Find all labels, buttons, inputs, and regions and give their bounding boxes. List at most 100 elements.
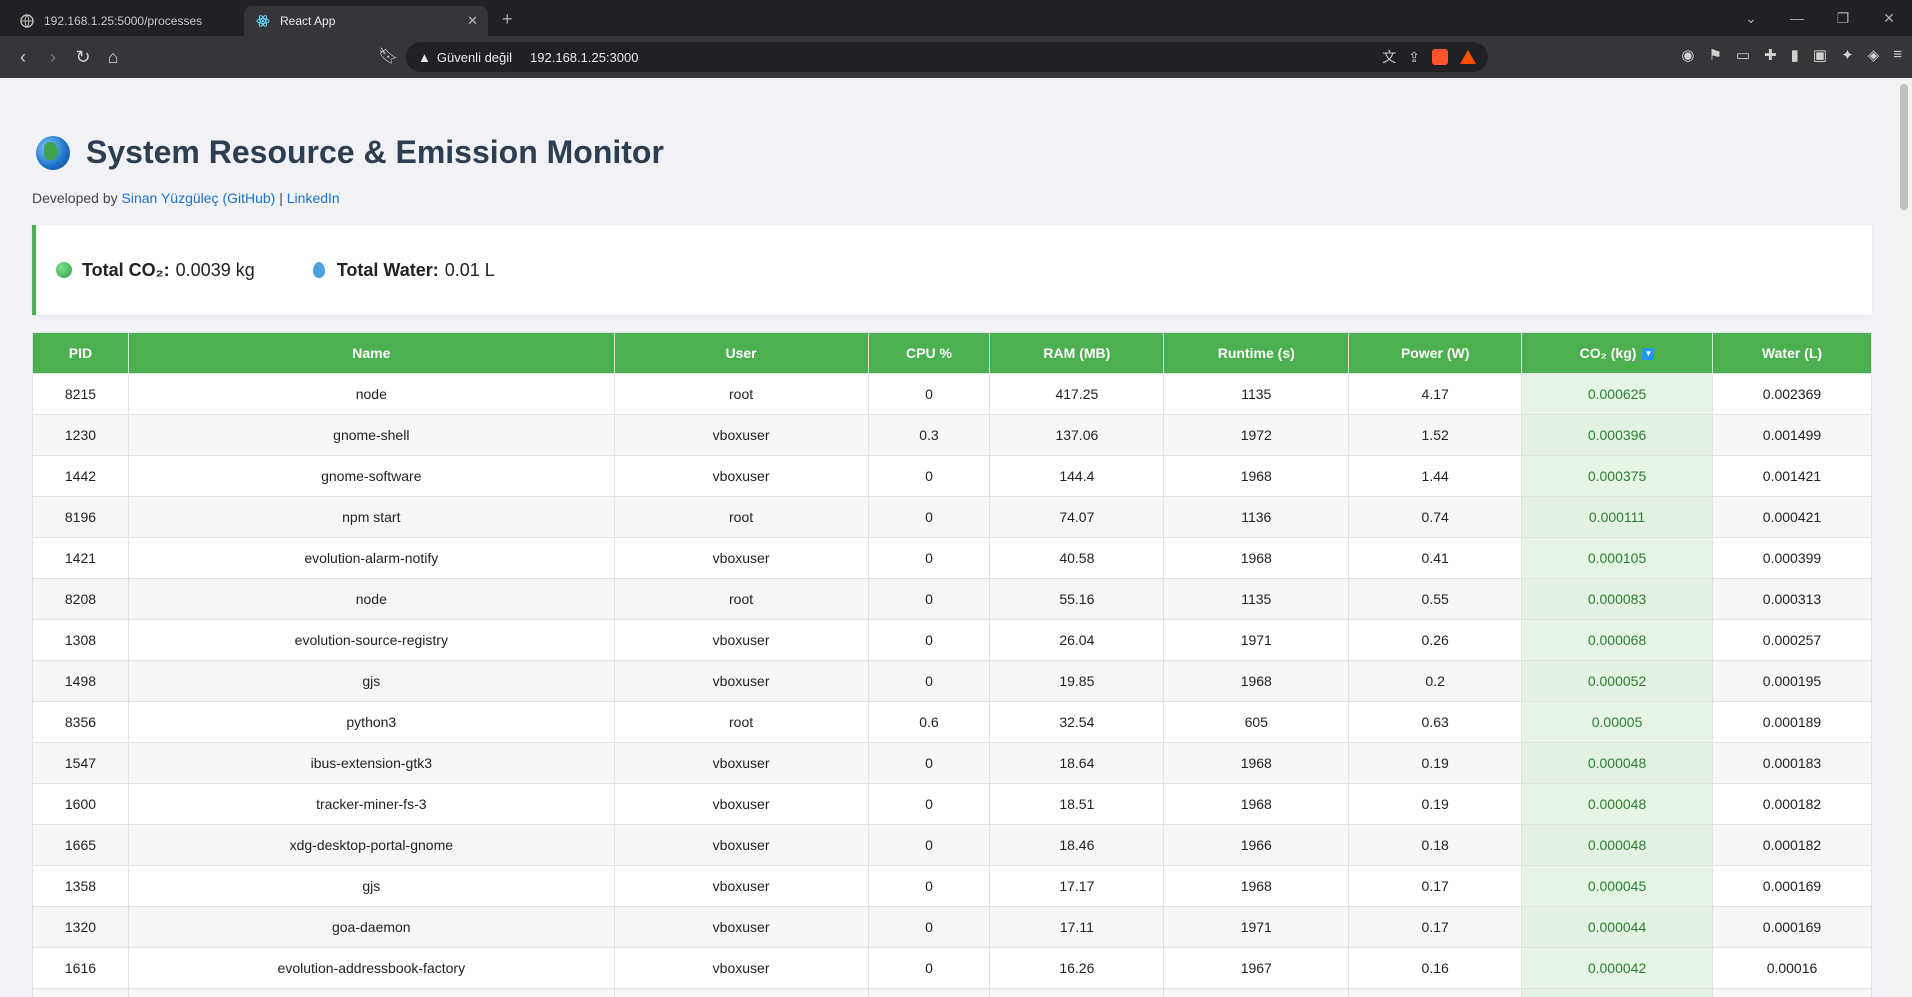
table-cell: 0 (867, 865, 991, 907)
scrollbar-thumb[interactable] (1900, 84, 1908, 210)
table-cell: vboxuser (613, 988, 869, 997)
brave-shields-icon[interactable] (1432, 49, 1448, 65)
table-cell: 1616 (32, 947, 129, 989)
table-cell: xdg-desktop-portal-gnome (127, 824, 615, 866)
tab-react-app[interactable]: React App ✕ (244, 6, 488, 36)
menu-icon[interactable]: ≡ (1893, 46, 1902, 64)
table-header-row: PID Name User CPU % RAM (MB) Runtime (s) Power… (32, 332, 1872, 374)
back-icon[interactable]: ‹ (8, 47, 38, 68)
table-cell: 0.000257 (1712, 619, 1872, 661)
table-cell: 0 (867, 455, 991, 497)
wallet-icon[interactable]: ▣ (1813, 46, 1827, 64)
sort-desc-icon[interactable]: ▼ (1642, 348, 1655, 361)
linkedin-link[interactable]: LinkedIn (287, 190, 340, 206)
co2-value: 0.0039 kg (175, 259, 255, 280)
table-cell: 0.2 (1348, 660, 1523, 702)
table-row: 1383gsd-media-keysvboxuser015.619680.160… (32, 988, 1872, 997)
table-cell: 1498 (32, 660, 129, 702)
minimize-icon[interactable]: — (1774, 10, 1820, 26)
table-cell: 0 (867, 947, 991, 989)
table-cell: 1230 (32, 414, 129, 456)
browser-toolbar: ‹ › ↻ ⌂ 🔖︎ ▲ Güvenli değil 192.168.1.25:… (0, 36, 1912, 78)
table-cell: evolution-addressbook-factory (127, 947, 615, 989)
url-text[interactable]: 192.168.1.25:3000 (530, 50, 638, 65)
table-cell: vboxuser (613, 660, 869, 702)
column-header[interactable]: Power (W) (1348, 332, 1523, 374)
home-icon[interactable]: ⌂ (98, 47, 128, 68)
table-cell: vboxuser (613, 865, 869, 907)
column-header[interactable]: PID (32, 332, 129, 374)
table-cell: 0.17 (1348, 906, 1523, 948)
close-window-icon[interactable]: ✕ (1866, 10, 1912, 27)
table-cell: vboxuser (613, 906, 869, 948)
column-header[interactable]: Water (L) (1712, 332, 1872, 374)
table-cell: 1968 (1163, 865, 1350, 907)
table-cell: 0.17 (1348, 865, 1523, 907)
address-bar[interactable]: ▲ Güvenli değil 192.168.1.25:3000 文 ⇪ (406, 42, 1488, 72)
table-cell: npm start (127, 496, 615, 538)
github-link[interactable]: Sinan Yüzgüleç (GitHub) (122, 190, 276, 206)
table-cell: 1967 (1163, 947, 1350, 989)
column-header[interactable]: CO₂ (kg) ▼ (1521, 332, 1713, 374)
table-cell: 1320 (32, 906, 129, 948)
table-cell: 0.000396 (1521, 414, 1713, 456)
table-cell: evolution-alarm-notify (127, 537, 615, 579)
column-header[interactable]: User (613, 332, 869, 374)
share-icon[interactable]: ⇪ (1408, 49, 1420, 66)
vpn-icon[interactable]: ◈ (1868, 46, 1880, 64)
restore-icon[interactable]: ❐ (1820, 10, 1866, 27)
total-water: Total Water: 0.01 L (312, 260, 495, 281)
column-header-label: CO₂ (kg) (1579, 345, 1637, 361)
table-cell: 1968 (1163, 783, 1350, 825)
table-cell: 1421 (32, 537, 129, 579)
puzzle-icon[interactable]: ✚ (1764, 46, 1777, 64)
table-cell: vboxuser (613, 824, 869, 866)
table-cell: python3 (127, 701, 615, 743)
leo-icon[interactable]: ✦ (1841, 46, 1854, 64)
table-cell: 0 (867, 988, 991, 997)
table-row: 1320 goa-daemon vboxuser 0 17.11 1971 0.17 0.00… (32, 906, 1872, 948)
table-cell: 0.000044 (1521, 906, 1713, 948)
table-cell: 1966 (1163, 824, 1350, 866)
table-cell: 74.07 (989, 496, 1165, 538)
tab-list-icon[interactable]: ⌄ (1728, 10, 1774, 27)
warning-icon[interactable]: ▲ (418, 50, 431, 65)
new-tab-icon[interactable]: + (502, 9, 513, 30)
column-header[interactable]: CPU % (867, 332, 991, 374)
bookmark-icon[interactable]: 🔖︎ (378, 46, 398, 66)
translate-icon[interactable]: 文 (1382, 47, 1396, 67)
tab-processes[interactable]: 192.168.1.25:5000/processes (8, 6, 240, 36)
close-icon[interactable]: ✕ (467, 13, 478, 29)
title-text: System Resource & Emission Monitor (86, 134, 664, 170)
table-cell: 4.17 (1348, 373, 1523, 415)
table-cell: goa-daemon (127, 906, 615, 948)
credit-line: Developed by Sinan Yüzgüleç (GitHub) | L… (32, 190, 340, 206)
sidebar-icon[interactable]: ▮ (1791, 46, 1799, 64)
table-cell: 0.000048 (1521, 824, 1713, 866)
table-cell: vboxuser (613, 455, 869, 497)
table-cell: 0 (867, 906, 991, 948)
table-cell: 18.46 (989, 824, 1165, 866)
reload-icon[interactable]: ↻ (68, 47, 98, 68)
table-cell: 0.000111 (1521, 496, 1713, 538)
scrollbar[interactable] (1896, 78, 1912, 997)
table-cell: 0 (867, 824, 991, 866)
column-header[interactable]: Runtime (s) (1163, 332, 1350, 374)
window-controls: ⌄ — ❐ ✕ (1728, 0, 1912, 36)
column-header[interactable]: Name (127, 332, 615, 374)
security-label[interactable]: Güvenli değil (437, 50, 512, 65)
table-cell: 0.000421 (1712, 496, 1872, 538)
table-cell: 0 (867, 537, 991, 579)
table-cell: 1.52 (1348, 414, 1523, 456)
table-cell: root (613, 578, 869, 620)
table-cell: node (127, 373, 615, 415)
extension-icon[interactable]: ⚑ (1708, 46, 1721, 64)
forward-icon[interactable]: › (38, 47, 68, 68)
table-cell: 0.000045 (1521, 865, 1713, 907)
table-row: 8208 node root 0 55.16 1135 0.55 0.000083 0.0003… (32, 578, 1872, 620)
column-header[interactable]: RAM (MB) (989, 332, 1165, 374)
extension-icon[interactable]: ▭ (1736, 46, 1750, 64)
globe-icon (20, 14, 34, 28)
brave-rewards-icon[interactable] (1460, 50, 1476, 64)
extension-icon[interactable]: ◉ (1681, 46, 1694, 64)
